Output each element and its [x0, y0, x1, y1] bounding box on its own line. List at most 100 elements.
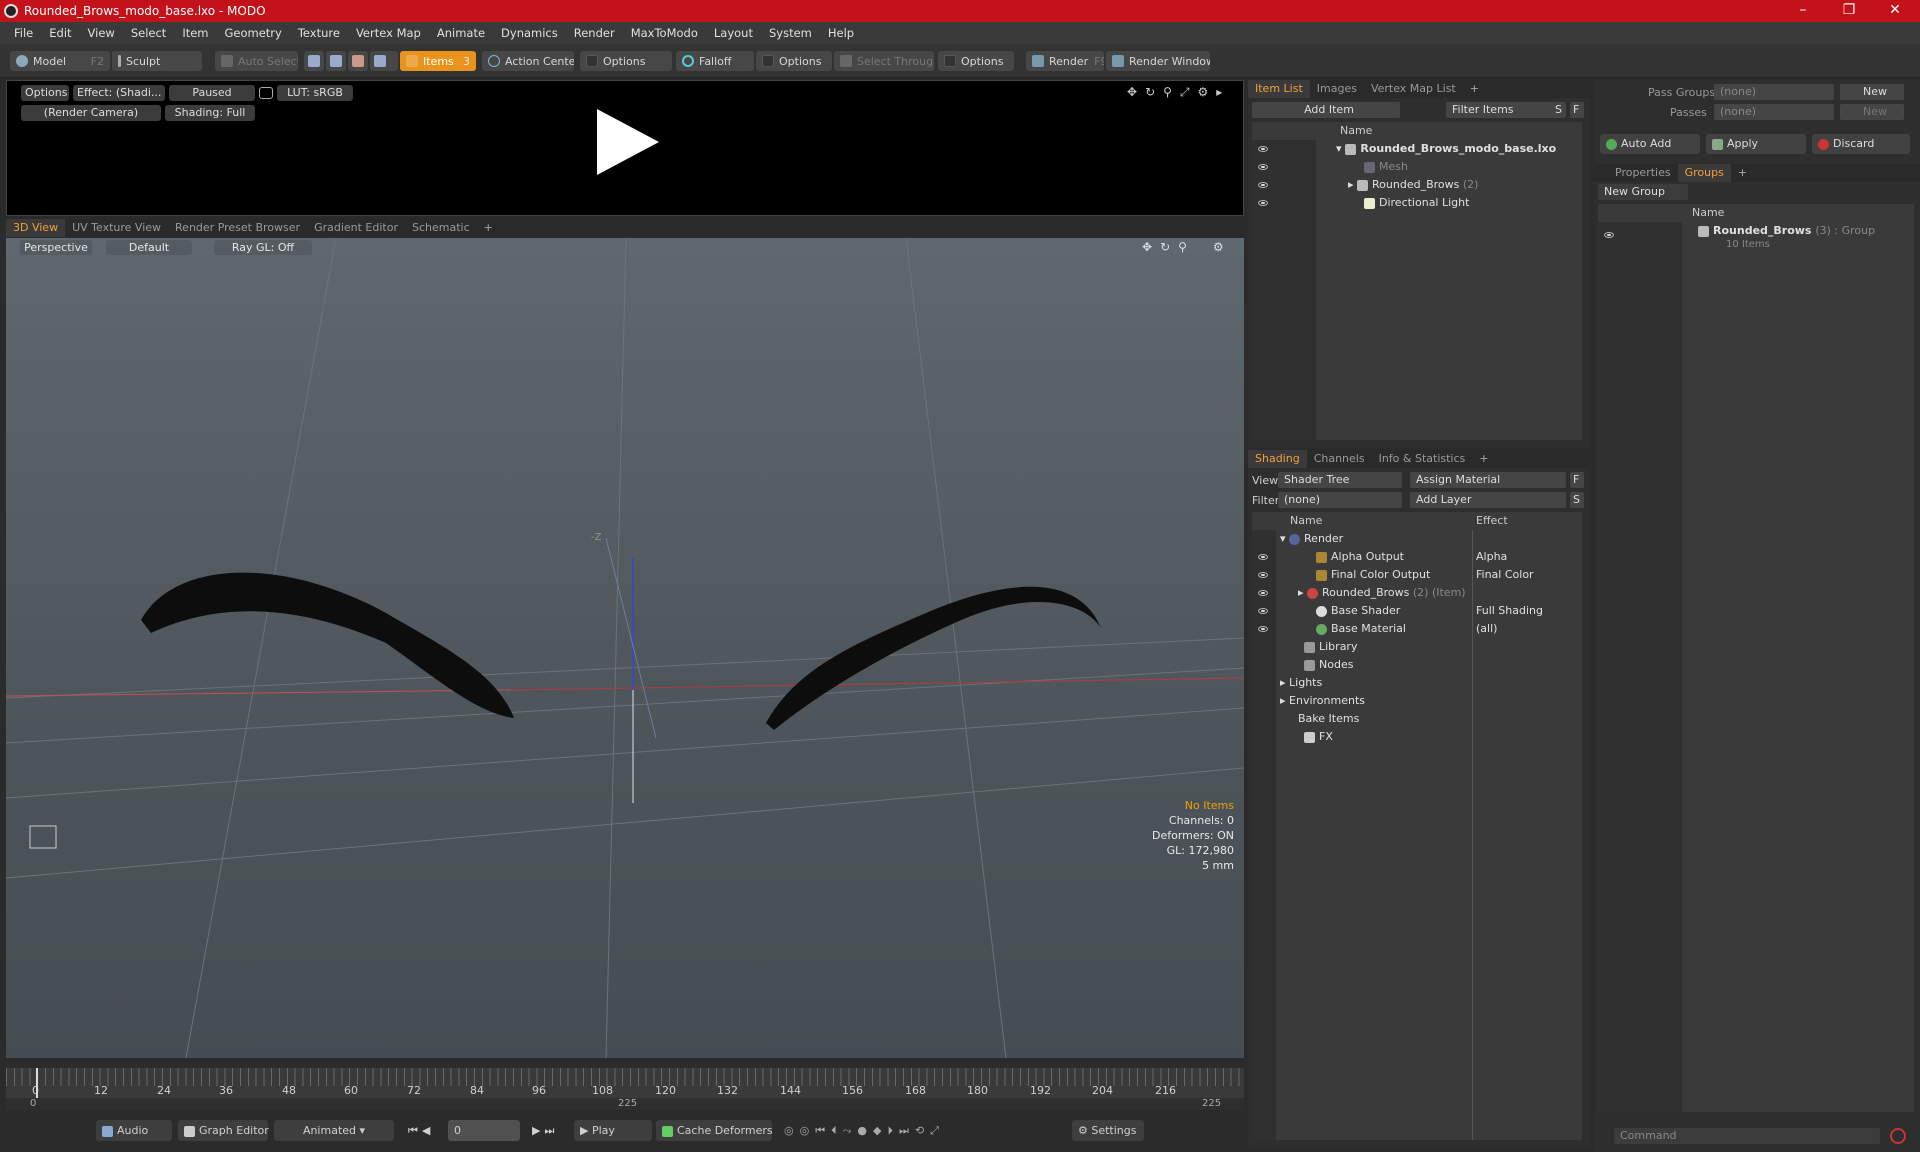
base-material-row[interactable]: Base Material — [1316, 620, 1406, 638]
edges-mode-button[interactable] — [326, 51, 346, 71]
polygons-mode-button[interactable] — [348, 51, 368, 71]
move-icon[interactable]: ✥ — [1127, 85, 1137, 99]
alpha-effect-dropdown[interactable]: Alpha — [1476, 548, 1507, 566]
add-tab-button[interactable]: + — [477, 219, 500, 237]
render-paused-toggle[interactable]: Paused — [169, 85, 255, 101]
add-tab-button[interactable]: + — [1472, 450, 1495, 468]
action-center-options-button[interactable]: Options — [580, 51, 672, 71]
visibility-eye-icon[interactable] — [1258, 182, 1268, 188]
gear-icon[interactable]: ⚙ — [1213, 240, 1224, 254]
rotate-icon[interactable]: ↻ — [1160, 240, 1170, 254]
falloff-button[interactable]: Falloff — [676, 51, 754, 71]
final-color-output-row[interactable]: Final Color Output — [1316, 566, 1430, 584]
perspective-dropdown[interactable]: Perspective — [20, 240, 92, 255]
menu-dynamics[interactable]: Dynamics — [493, 26, 566, 40]
menu-maxtomodo[interactable]: MaxToModo — [623, 26, 706, 40]
render-preview[interactable]: Options Effect: (Shadi... Paused LUT: sR… — [6, 80, 1244, 216]
menu-texture[interactable]: Texture — [290, 26, 348, 40]
apply-button[interactable]: Apply — [1706, 134, 1806, 154]
frame-input[interactable]: 0 — [448, 1120, 520, 1141]
base-shader-effect-dropdown[interactable]: Full Shading — [1476, 602, 1543, 620]
play-icon[interactable] — [597, 109, 659, 175]
tab-groups[interactable]: Groups — [1677, 164, 1731, 182]
tab-shading[interactable]: Shading — [1248, 450, 1307, 468]
select-through-button[interactable]: Select Through — [834, 51, 934, 71]
gear-icon[interactable]: ⚙ — [1198, 85, 1209, 99]
tab-properties[interactable]: Properties — [1608, 164, 1678, 182]
graph-editor-button[interactable]: Graph Editor — [178, 1120, 269, 1141]
s-button[interactable]: S — [1552, 102, 1566, 118]
lock-icon[interactable] — [259, 87, 273, 99]
nodes-row[interactable]: Nodes — [1304, 656, 1353, 674]
3d-viewport[interactable]: -Z No Items Channels: 0 Deformers: ON GL… — [6, 238, 1244, 1058]
cache-deformers-button[interactable]: Cache Deformers — [656, 1120, 773, 1141]
directional-light-row[interactable]: Directional Light — [1364, 194, 1469, 212]
scene-row[interactable]: ▾ Rounded_Brows_modo_base.lxo — [1336, 140, 1556, 158]
shading-dropdown[interactable]: Shading: Full — [165, 105, 255, 121]
tab-images[interactable]: Images — [1310, 80, 1364, 98]
visibility-eye-icon[interactable] — [1258, 164, 1268, 170]
visibility-eye-icon[interactable] — [1258, 200, 1268, 206]
render-window-button[interactable]: Render Window — [1106, 51, 1210, 71]
tab-item-list[interactable]: Item List — [1248, 80, 1310, 98]
tab-3d-view[interactable]: 3D View — [6, 219, 66, 237]
tab-schematic[interactable]: Schematic — [405, 219, 477, 237]
skip-prev-buttons[interactable]: ⏮◀ — [402, 1120, 448, 1141]
f-button[interactable]: F — [1570, 472, 1584, 488]
base-material-effect-dropdown[interactable]: (all) — [1476, 620, 1497, 638]
left-eyebrow-mesh[interactable] — [141, 572, 514, 718]
assign-material-button[interactable]: Assign Material — [1410, 472, 1566, 488]
menu-help[interactable]: Help — [820, 26, 862, 40]
animated-dropdown[interactable]: Animated ▾ — [274, 1120, 394, 1141]
visibility-eye-icon[interactable] — [1258, 146, 1268, 152]
menu-edit[interactable]: Edit — [41, 26, 79, 40]
tab-render-preset-browser[interactable]: Render Preset Browser — [168, 219, 307, 237]
menu-item[interactable]: Item — [174, 26, 216, 40]
minimize-button[interactable]: – — [1780, 0, 1826, 22]
environments-row[interactable]: ▸ Environments — [1280, 692, 1365, 710]
lights-row[interactable]: ▸ Lights — [1280, 674, 1322, 692]
visibility-eye-icon[interactable] — [1258, 626, 1268, 632]
rotate-icon[interactable]: ↻ — [1145, 85, 1155, 99]
add-layer-dropdown[interactable]: Add Layer — [1410, 492, 1566, 508]
select-through-options-button[interactable]: Options — [938, 51, 1014, 71]
menu-system[interactable]: System — [761, 26, 820, 40]
playhead[interactable] — [36, 1068, 38, 1098]
falloff-options-button[interactable]: Options — [756, 51, 832, 71]
render-options-button[interactable]: Options — [21, 85, 69, 101]
add-tab-button[interactable]: + — [1731, 164, 1754, 182]
group-row[interactable]: Rounded_Brows (3) : Group — [1698, 222, 1875, 240]
restore-button[interactable]: ❐ — [1826, 0, 1872, 22]
add-tab-button[interactable]: + — [1463, 80, 1486, 98]
model-mode-button[interactable]: Model F2 — [10, 51, 110, 71]
auto-select-button[interactable]: Auto Select — [215, 51, 298, 71]
key-tools[interactable]: ◎◎⏮⏴⤳●◆⏵⏭⟲⤢ — [778, 1120, 1068, 1141]
rounded-brows-row[interactable]: ▸ Rounded_Brows (2) — [1348, 176, 1478, 194]
render-button[interactable]: Render F9 — [1026, 51, 1104, 71]
filter-dropdown[interactable]: (none) — [1278, 492, 1402, 508]
rounded-brows-material-row[interactable]: ▸ Rounded_Brows (2) (Item) — [1298, 584, 1466, 602]
new-group-button[interactable]: New Group — [1598, 184, 1688, 200]
menu-vertex-map[interactable]: Vertex Map — [348, 26, 429, 40]
visibility-eye-icon[interactable] — [1258, 608, 1268, 614]
materials-mode-button[interactable] — [370, 51, 398, 71]
sculpt-mode-button[interactable]: Sculpt — [112, 51, 202, 71]
menu-select[interactable]: Select — [123, 26, 174, 40]
add-item-dropdown[interactable]: Add Item — [1252, 102, 1400, 118]
new-pass-button[interactable]: New — [1840, 104, 1904, 120]
library-row[interactable]: Library — [1304, 638, 1357, 656]
f-button[interactable]: F — [1570, 102, 1584, 118]
tab-channels[interactable]: Channels — [1307, 450, 1372, 468]
settings-button[interactable]: ⚙ Settings — [1072, 1120, 1144, 1141]
visibility-eye-icon[interactable] — [1604, 232, 1614, 238]
menu-file[interactable]: File — [6, 26, 41, 40]
raygl-dropdown[interactable]: Ray GL: Off — [214, 240, 312, 255]
move-icon[interactable]: ✥ — [1142, 240, 1152, 254]
render-row[interactable]: ▾ Render — [1280, 530, 1343, 548]
command-input[interactable]: Command — [1614, 1128, 1880, 1144]
visibility-eye-icon[interactable] — [1258, 572, 1268, 578]
new-pass-group-button[interactable]: New — [1840, 84, 1904, 100]
tab-uv-texture-view[interactable]: UV Texture View — [65, 219, 168, 237]
alpha-output-row[interactable]: Alpha Output — [1316, 548, 1404, 566]
menu-view[interactable]: View — [80, 26, 123, 40]
